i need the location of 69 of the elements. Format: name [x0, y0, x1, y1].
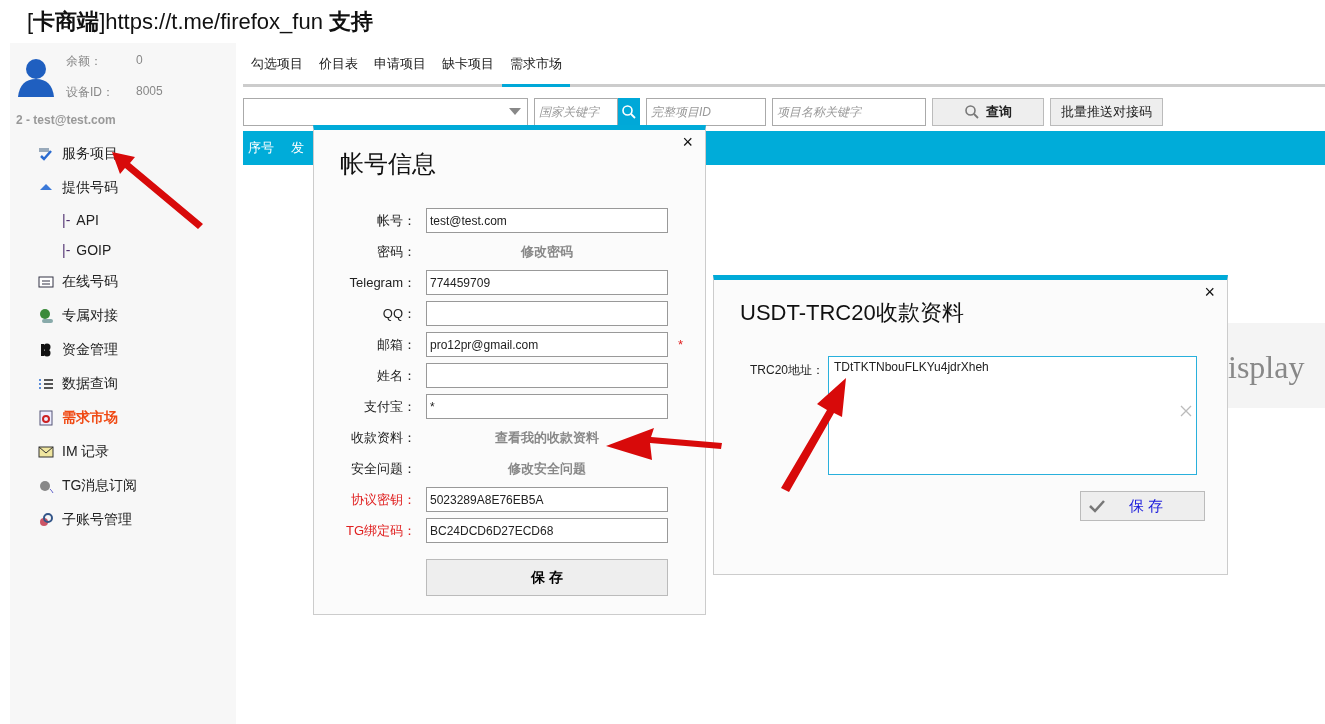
field-label: 姓名：: [376, 366, 416, 385]
balance-value: 0: [136, 53, 144, 69]
balance-label: 余额：: [66, 53, 103, 70]
menu-icon: [38, 444, 54, 460]
input-field[interactable]: *: [426, 394, 668, 419]
tab[interactable]: 价目表: [311, 43, 366, 87]
field-label: TG绑定码：: [344, 521, 416, 540]
tab[interactable]: 申请项目: [366, 43, 434, 87]
sidebar-item[interactable]: IM 记录: [10, 435, 236, 469]
search-icon: [964, 104, 980, 120]
column-header: 发: [291, 139, 304, 157]
sidebar-item[interactable]: TG消息订阅: [10, 469, 236, 503]
field-label: QQ：: [381, 304, 416, 323]
close-button[interactable]: ×: [682, 132, 693, 153]
caret-icon: [509, 108, 521, 116]
tab[interactable]: 勾选项目: [243, 43, 311, 87]
check-icon: [1089, 499, 1105, 513]
menu-icon: [38, 308, 54, 324]
close-button[interactable]: ×: [1204, 282, 1215, 303]
save-button[interactable]: 保 存: [426, 559, 668, 596]
required-mark: *: [678, 337, 685, 352]
menu-icon: [38, 512, 54, 528]
column-header: 序号: [248, 139, 274, 157]
input-field[interactable]: 774459709: [426, 270, 668, 295]
menu-icon: [38, 274, 54, 290]
field-label: 协议密钥：: [350, 490, 416, 509]
sidebar-item[interactable]: 专属对接: [10, 299, 236, 333]
menu-icon: [38, 410, 54, 426]
field-label: 支付宝：: [363, 397, 416, 416]
clear-icon[interactable]: [1180, 405, 1192, 417]
search-button[interactable]: [618, 98, 640, 126]
sidebar-subitem[interactable]: |- GOIP: [10, 235, 236, 265]
sidebar-item[interactable]: 在线号码: [10, 265, 236, 299]
input-field[interactable]: BC24DCD6D27ECD68: [426, 518, 668, 543]
field-label: 密码：: [376, 242, 416, 261]
field-label: 帐号：: [376, 211, 416, 230]
menu-icon: [38, 376, 54, 392]
avatar-icon: [16, 57, 56, 99]
search-icon: [621, 104, 637, 120]
input-field[interactable]: 5023289A8E76EB5A: [426, 487, 668, 512]
tab[interactable]: 需求市场: [502, 43, 570, 87]
sidebar-item[interactable]: 子账号管理: [10, 503, 236, 537]
input-field[interactable]: test@test.com: [426, 208, 668, 233]
device-value: 8005: [136, 84, 163, 100]
sidebar-item[interactable]: 数据查询: [10, 367, 236, 401]
tab[interactable]: 缺卡项目: [434, 43, 502, 87]
menu-icon: [38, 146, 54, 162]
input-field[interactable]: [426, 301, 668, 326]
query-button[interactable]: 查询: [932, 98, 1044, 126]
field-label: 邮箱：: [376, 335, 416, 354]
user-name: 2 - test@test.com: [16, 113, 117, 127]
window-title: [卡商端]https://t.me/firefox_fun 支持: [26, 7, 374, 36]
menu-icon: [38, 478, 54, 494]
field-label: 收款资料：: [350, 428, 416, 447]
input-field[interactable]: pro12pr@gmail.com: [426, 332, 668, 357]
field-label: 安全问题：: [350, 459, 416, 478]
sidebar-item[interactable]: 提供号码: [10, 171, 236, 205]
dialog-title: USDT-TRC20收款资料: [740, 299, 964, 327]
background-text: isplay: [1227, 349, 1305, 386]
input-field[interactable]: [426, 363, 668, 388]
device-label: 设备ID：: [66, 84, 115, 101]
dialog-title: 帐号信息: [340, 149, 436, 179]
sidebar-subitem[interactable]: |- API: [10, 205, 236, 235]
sidebar-item[interactable]: 资金管理: [10, 333, 236, 367]
field-label: Telegram：: [348, 273, 416, 292]
field-label: TRC20地址：: [750, 362, 824, 379]
address-field[interactable]: TDtTKTNbouFLKYu4jdrXheh: [828, 356, 1197, 475]
save-button[interactable]: 保 存: [1080, 491, 1205, 521]
batch-push-button[interactable]: 批量推送对接码: [1050, 98, 1163, 126]
